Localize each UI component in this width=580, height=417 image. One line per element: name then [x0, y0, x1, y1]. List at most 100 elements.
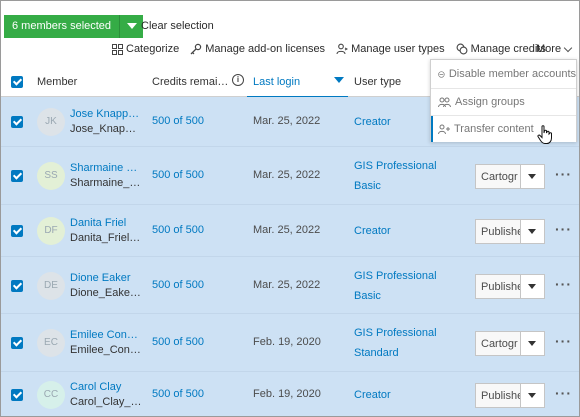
menu-item-label: Transfer content [454, 123, 534, 135]
select-all-checkbox[interactable] [11, 76, 23, 88]
avatar: CC [37, 381, 65, 409]
user-type-line-2: Basic [354, 290, 381, 302]
table-row[interactable]: DE Dione Eaker Dione_Eake… 500 of 500 Mar. 2… [1, 257, 579, 314]
role-value: Cartogr [481, 337, 518, 350]
table-row[interactable]: DF Danita Friel Danita_Friel… 500 of 500 Mar… [1, 205, 579, 257]
role-select[interactable]: Publishe [475, 383, 545, 408]
more-options-icon[interactable]: ··· [555, 166, 572, 182]
column-header-member[interactable]: Member [37, 76, 77, 88]
role-value: Publishe [481, 280, 520, 293]
info-icon[interactable]: i [232, 74, 244, 86]
table-row[interactable]: SS Sharmaine … Sharmaine_… 500 of 500 Mar. 2… [1, 147, 579, 205]
more-button[interactable]: More [536, 43, 573, 55]
avatar: SS [37, 162, 65, 190]
groups-icon [438, 97, 451, 107]
avatar: JK [37, 108, 65, 136]
categorize-icon [112, 43, 123, 55]
role-select[interactable]: Publishe [475, 274, 545, 299]
column-header-credits[interactable]: Credits remai… [152, 76, 228, 88]
role-value: Cartogr [481, 170, 518, 183]
column-header-last-login[interactable]: Last login [253, 76, 300, 88]
manage-addon-licenses-button[interactable]: Manage add-on licenses [190, 43, 325, 55]
table-row[interactable]: EC Emilee Con… Emilee_Con… 500 of 500 Feb. 1… [1, 314, 579, 372]
manage-user-types-label: Manage user types [351, 43, 445, 55]
user-type-link[interactable]: GIS Professional Basic [354, 156, 437, 196]
more-options-icon[interactable]: ··· [555, 276, 572, 292]
role-value: Publishe [481, 225, 520, 238]
member-name-link[interactable]: Dione Eaker [70, 272, 131, 284]
menu-item-transfer-content[interactable]: Transfer content [431, 116, 576, 142]
role-select[interactable]: Publishe [475, 219, 545, 244]
credits-link[interactable]: 500 of 500 [152, 169, 204, 181]
table-row[interactable]: CC Carol Clay Carol_Clay_… 500 of 500 Feb. 1… [1, 372, 579, 416]
member-name-link[interactable]: Emilee Con… [70, 329, 138, 341]
member-name-link[interactable]: Sharmaine … [70, 162, 137, 174]
row-checkbox[interactable] [11, 116, 23, 128]
more-options-icon[interactable]: ··· [555, 385, 572, 401]
credits-link[interactable]: 500 of 500 [152, 224, 204, 236]
avatar: EC [37, 329, 65, 357]
more-actions-menu: Disable member accounts Assign groups Tr… [430, 59, 577, 142]
avatar: DE [37, 272, 65, 300]
chevron-down-icon[interactable] [520, 165, 544, 188]
manage-user-types-button[interactable]: Manage user types [336, 43, 445, 55]
row-checkbox[interactable] [11, 170, 23, 182]
categorize-label: Categorize [126, 43, 180, 55]
user-type-line-1: GIS Professional [354, 327, 437, 339]
chevron-down-icon [563, 43, 573, 52]
member-name-link[interactable]: Jose Knapp… [70, 108, 139, 120]
role-value: Publishe [481, 389, 520, 402]
user-type-link[interactable]: GIS Professional Standard [354, 323, 437, 363]
role-select[interactable]: Cartogr [475, 331, 545, 356]
members-page: 6 members selected Clear selection Categ… [0, 0, 580, 417]
user-type-link[interactable]: GIS Professional Basic [354, 266, 437, 306]
bulk-actions-toolbar: Categorize Manage add-on licenses Manage… [112, 42, 557, 56]
clear-selection-link[interactable]: Clear selection [141, 20, 214, 32]
member-username: Sharmaine_… [70, 177, 141, 189]
credits-link[interactable]: 500 of 500 [152, 279, 204, 291]
chevron-down-icon[interactable] [520, 220, 544, 243]
member-name-link[interactable]: Carol Clay [70, 381, 121, 393]
transfer-icon [438, 124, 450, 134]
more-label: More [536, 43, 562, 55]
sort-descending-icon[interactable] [334, 77, 344, 83]
role-select[interactable]: Cartogr [475, 164, 545, 189]
disable-icon [438, 70, 445, 78]
chevron-down-icon[interactable] [520, 332, 544, 355]
row-checkbox[interactable] [11, 280, 23, 292]
avatar: DF [37, 217, 65, 245]
hand-cursor-icon [537, 125, 552, 144]
members-selected-button[interactable]: 6 members selected [4, 15, 121, 38]
credits-link[interactable]: 500 of 500 [152, 115, 204, 127]
manage-credits-button[interactable]: Manage credits [456, 43, 546, 55]
credits-link[interactable]: 500 of 500 [152, 336, 204, 348]
member-name-link[interactable]: Danita Friel [70, 217, 126, 229]
last-login-date: Mar. 25, 2022 [253, 224, 321, 236]
selection-dropdown[interactable]: 6 members selected [4, 15, 144, 38]
more-options-icon[interactable]: ··· [555, 333, 572, 349]
user-type-line-2: Standard [354, 347, 399, 359]
chevron-down-icon[interactable] [520, 275, 544, 298]
menu-item-disable-accounts[interactable]: Disable member accounts [431, 61, 576, 87]
row-checkbox[interactable] [11, 337, 23, 349]
credits-link[interactable]: 500 of 500 [152, 388, 204, 400]
row-checkbox[interactable] [11, 225, 23, 237]
chevron-down-icon[interactable] [520, 384, 544, 407]
menu-item-assign-groups[interactable]: Assign groups [431, 89, 576, 115]
last-login-date: Mar. 25, 2022 [253, 279, 321, 291]
manage-credits-label: Manage credits [470, 43, 546, 55]
member-username: Danita_Friel… [70, 232, 141, 244]
member-username: Emilee_Con… [70, 344, 141, 356]
chevron-down-icon[interactable] [120, 15, 144, 38]
row-checkbox[interactable] [11, 389, 23, 401]
user-type-link[interactable]: Creator [354, 112, 391, 132]
more-options-icon[interactable]: ··· [555, 221, 572, 237]
last-login-date: Mar. 25, 2022 [253, 169, 321, 181]
categorize-button[interactable]: Categorize [112, 43, 179, 55]
member-username: Carol_Clay_… [70, 396, 142, 408]
user-types-icon [336, 43, 349, 55]
user-type-link[interactable]: Creator [354, 221, 391, 241]
column-header-user-type[interactable]: User type [354, 76, 401, 88]
last-login-date: Feb. 19, 2020 [253, 336, 321, 348]
user-type-link[interactable]: Creator [354, 385, 391, 405]
